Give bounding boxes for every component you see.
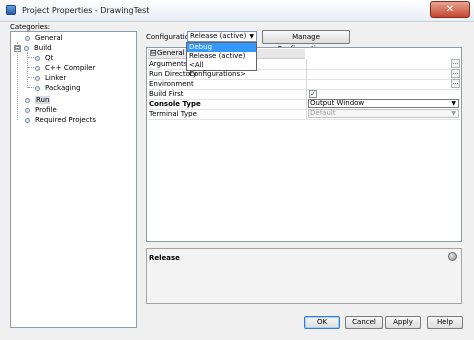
tree-item-label: Packaging <box>45 84 81 92</box>
tree-item-qt[interactable]: Qt <box>35 53 53 63</box>
tree-item-label: General <box>35 34 63 42</box>
help-icon[interactable] <box>448 252 457 261</box>
chevron-down-icon: ▼ <box>451 100 456 107</box>
property-name: Build First <box>149 90 184 98</box>
app-icon <box>6 5 16 15</box>
chevron-down-icon: ▼ <box>451 110 456 117</box>
tree-item-general[interactable]: General <box>15 33 63 43</box>
tree-item-label: Run <box>35 96 51 104</box>
section-title: General <box>157 49 185 57</box>
property-value[interactable]: ... <box>306 69 460 79</box>
property-name: Console Type <box>149 100 201 108</box>
property-name: Terminal Type <box>149 110 197 118</box>
property-value[interactable]: Output Window ▼ <box>306 99 460 109</box>
property-value[interactable]: ... <box>306 59 460 69</box>
tree-item-label: C++ Compiler <box>45 64 96 72</box>
node-icon <box>35 75 40 81</box>
window-title: Project Properties - DrawingTest <box>22 6 150 15</box>
categories-label: Categories: <box>10 23 51 31</box>
manage-configurations-button[interactable]: Manage Configurations... <box>262 30 350 53</box>
ellipsis-button[interactable]: ... <box>451 69 460 78</box>
description-title: Release <box>149 254 180 262</box>
tree-item-label: Qt <box>45 54 54 62</box>
dropdown-option-all-configurations[interactable]: <All Configurations> <box>187 61 256 78</box>
node-icon <box>25 97 30 103</box>
ellipsis-button[interactable]: ... <box>451 59 460 68</box>
categories-tree: General ⊟ Build Qt C++ Compiler Linker Pa… <box>10 31 137 328</box>
property-row-terminal-type[interactable]: Terminal Type Default ▼ <box>148 109 460 120</box>
tree-item-required-projects[interactable]: Required Projects <box>25 115 96 125</box>
configuration-select[interactable]: Release (active) ▼ <box>187 31 257 42</box>
tree-connector <box>28 57 34 58</box>
node-icon <box>35 55 40 61</box>
tree-item-label: Profile <box>35 106 57 114</box>
tree-connector <box>28 67 34 68</box>
tree-connector <box>17 42 18 120</box>
terminal-type-select: Default ▼ <box>308 109 459 118</box>
tree-item-label: Linker <box>45 74 67 82</box>
tree-connector <box>28 77 34 78</box>
apply-button[interactable]: Apply <box>385 316 421 329</box>
build-first-checkbox[interactable]: ✓ <box>309 90 317 98</box>
console-type-value: Output Window <box>310 99 365 107</box>
collapse-icon[interactable]: ⊟ <box>14 44 21 52</box>
property-value: Default ▼ <box>306 109 460 119</box>
close-button[interactable]: ✕ <box>430 1 470 18</box>
cancel-button[interactable]: Cancel <box>345 316 383 329</box>
ellipsis-button[interactable]: ... <box>451 79 460 88</box>
help-button[interactable]: Help <box>427 316 463 329</box>
tree-item-build[interactable]: ⊟ Build <box>14 43 52 53</box>
node-icon <box>25 107 30 113</box>
node-icon <box>25 35 30 41</box>
description-panel: Release <box>146 248 462 304</box>
chevron-down-icon: ▼ <box>249 33 254 40</box>
tree-item-cpp-compiler[interactable]: C++ Compiler <box>35 63 95 73</box>
node-icon <box>35 85 40 91</box>
tree-item-label: Required Projects <box>35 116 96 124</box>
node-icon <box>24 45 29 51</box>
tree-item-profile[interactable]: Profile <box>25 105 57 115</box>
node-icon <box>35 65 40 71</box>
console-type-select[interactable]: Output Window ▼ <box>308 99 459 108</box>
collapse-icon[interactable]: ⊟ <box>150 50 156 56</box>
tree-item-run[interactable]: Run <box>25 95 51 105</box>
tree-item-packaging[interactable]: Packaging <box>35 83 81 93</box>
title-bar: Project Properties - DrawingTest ✕ <box>0 0 474 22</box>
property-name: Environment <box>149 80 194 88</box>
dropdown-option-debug[interactable]: Debug <box>187 43 256 52</box>
dropdown-option-release[interactable]: Release (active) <box>187 52 256 61</box>
tree-item-linker[interactable]: Linker <box>35 73 66 83</box>
configuration-value: Release (active) <box>190 32 247 40</box>
configuration-dropdown-list: Debug Release (active) <All Configuratio… <box>186 42 257 78</box>
terminal-type-value: Default <box>310 109 336 117</box>
property-value[interactable]: ... <box>306 79 460 89</box>
node-icon <box>25 117 30 123</box>
ok-button[interactable]: OK <box>304 316 340 329</box>
tree-item-label: Build <box>34 44 52 52</box>
tree-connector <box>28 87 34 88</box>
property-value[interactable]: ✓ <box>306 89 460 99</box>
